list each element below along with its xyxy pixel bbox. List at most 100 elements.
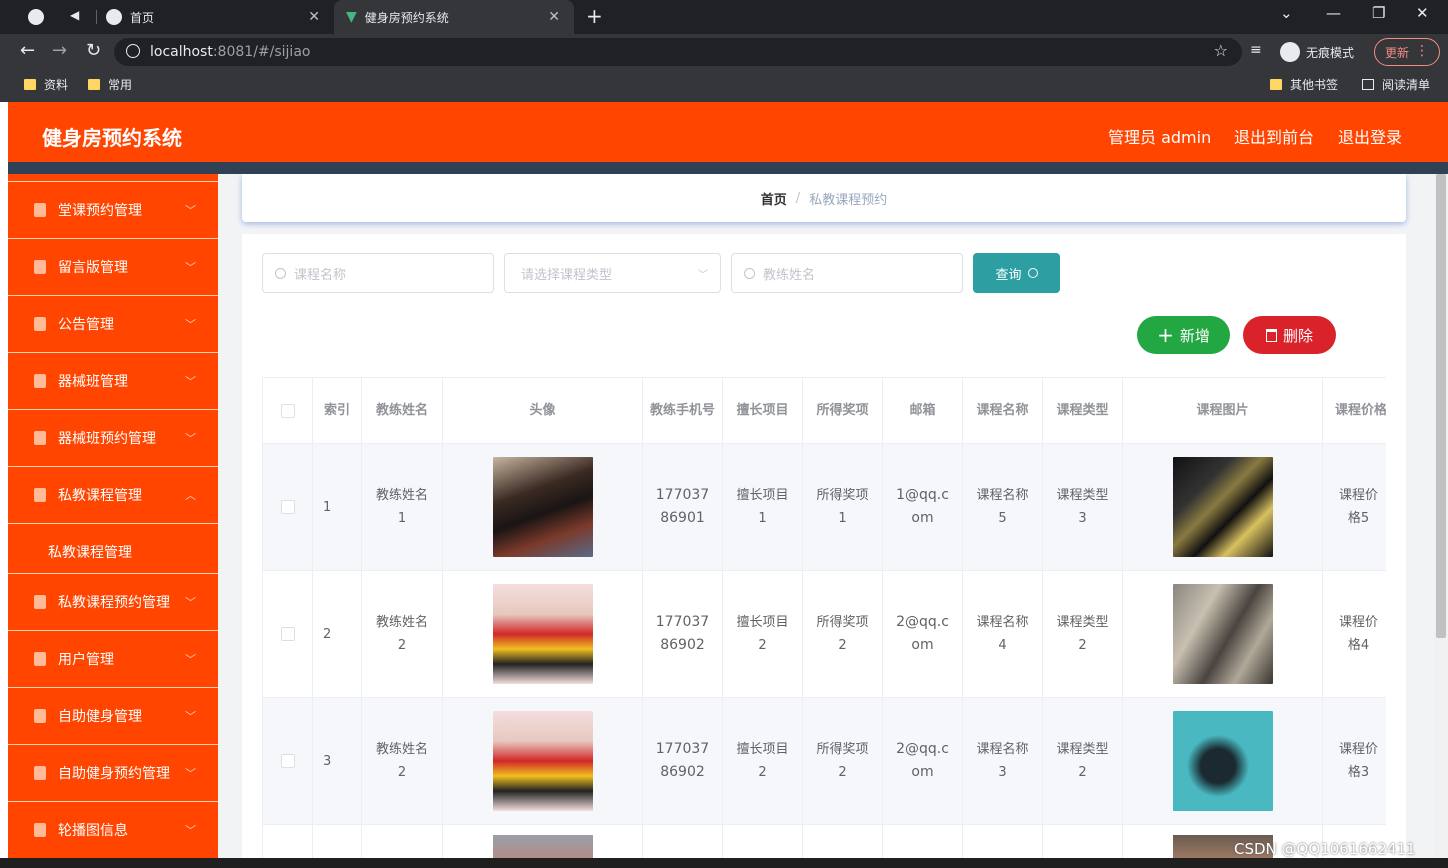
address-bar[interactable]: localhost:8081/#/sijiao ☆	[114, 38, 1242, 66]
bookmark-folder-2[interactable]: 常用	[88, 76, 132, 93]
sidebar-item-label: 公告管理	[58, 317, 114, 333]
row-checkbox[interactable]	[280, 627, 295, 641]
url-host: localhost	[150, 44, 213, 60]
select-all-checkbox[interactable]	[280, 403, 295, 418]
header-index[interactable]: 索引	[313, 377, 362, 444]
folder-icon	[1270, 79, 1282, 90]
cell-skill: 擅长项目2	[723, 571, 803, 698]
sidebar-item-equipment-class[interactable]: 器械班管理 ﹀	[8, 352, 218, 409]
sidebar: 堂课预约管理 ﹀ 留言版管理 ﹀ 公告管理 ﹀ 器械班管理 ﹀ 器械班预约管理 ﹀ 私教课…	[8, 174, 218, 868]
tab-search-icon[interactable]: ⌄	[1280, 4, 1293, 22]
reload-icon[interactable]: ↻	[86, 40, 101, 61]
course-image[interactable]	[1172, 584, 1273, 684]
coach-avatar-image[interactable]	[492, 584, 593, 684]
sidebar-item-class-booking[interactable]: 堂课预约管理 ﹀	[8, 181, 218, 238]
clipboard-check-icon	[34, 431, 46, 445]
sidebar-item-self-fitness[interactable]: 自助健身管理 ﹀	[8, 687, 218, 744]
cell-avatar	[443, 698, 643, 825]
minimize-icon[interactable]: —	[1326, 4, 1341, 22]
incognito-indicator[interactable]: 无痕模式	[1280, 40, 1354, 64]
coach-name-input[interactable]: 教练姓名	[731, 253, 963, 293]
update-button[interactable]: 更新 ⋮	[1374, 38, 1440, 66]
cell-award: 所得奖项2	[803, 571, 883, 698]
chevron-down-icon: ﹀	[185, 596, 196, 609]
info-icon	[126, 44, 140, 58]
more-menu-icon[interactable]: ⋮	[1415, 43, 1429, 59]
chevron-down-icon: ﹀	[185, 204, 196, 217]
cell-price: 课程价格5	[1323, 444, 1386, 571]
add-label: 新增	[1179, 326, 1210, 345]
logout-link[interactable]: 退出登录	[1338, 124, 1402, 148]
media-control-icon[interactable]: ≡	[1250, 42, 1262, 58]
printer-icon	[34, 488, 46, 502]
sidebar-item-private-course[interactable]: 私教课程管理 ︿	[8, 466, 218, 523]
bar-chart-icon	[34, 317, 46, 331]
taskbar	[0, 858, 1448, 868]
header-type[interactable]: 课程类型	[1043, 377, 1123, 444]
sidebar-item-users[interactable]: 用户管理 ﹀	[8, 630, 218, 687]
cell-avatar	[443, 444, 643, 571]
exit-to-front-link[interactable]: 退出到前台	[1234, 124, 1314, 148]
scrollbar-thumb[interactable]	[1436, 174, 1446, 638]
sidebar-subitem-private-course[interactable]: 私教课程管理	[8, 523, 218, 579]
row-checkbox-cell	[263, 698, 313, 825]
row-checkbox[interactable]	[280, 754, 295, 768]
header-course-image[interactable]: 课程图片	[1123, 377, 1323, 444]
cell-coach: 教练姓名1	[362, 444, 443, 571]
add-button[interactable]: + 新增	[1137, 316, 1230, 354]
input-placeholder: 课程名称	[294, 267, 347, 283]
tab-strip: ◀ 首页 ✕ ▼ 健身房预约系统 ✕ + ⌄ — ❐ ✕	[0, 0, 1448, 34]
header-phone[interactable]: 教练手机号	[643, 377, 723, 444]
coach-avatar-image[interactable]	[492, 711, 593, 811]
header-avatar[interactable]: 头像	[443, 377, 643, 444]
cell-index: 1	[313, 444, 362, 571]
header-email[interactable]: 邮箱	[883, 377, 963, 444]
data-table: 索引 教练姓名 头像 教练手机号 擅长项目 所得奖项 邮箱 课程名称 课程类型 …	[262, 377, 1386, 868]
speaker-icon[interactable]: ◀	[70, 8, 79, 22]
sidebar-item-label: 私教课程管理	[58, 488, 142, 504]
forward-icon[interactable]: →	[52, 40, 67, 61]
breadcrumb-home[interactable]: 首页	[761, 189, 787, 208]
close-tab-icon[interactable]: ✕	[308, 9, 320, 25]
course-name-input[interactable]: 课程名称	[262, 253, 494, 293]
plus-icon: +	[1157, 323, 1174, 347]
crop-icon	[34, 595, 46, 609]
bookmark-star-icon[interactable]: ☆	[1214, 41, 1228, 60]
close-tab-icon[interactable]: ✕	[548, 9, 560, 25]
app-brand: 健身房预约系统	[42, 126, 182, 150]
header-price[interactable]: 课程价格	[1323, 377, 1386, 444]
url-path: :8081/#/sijiao	[212, 44, 311, 60]
delete-button[interactable]: 删除	[1243, 316, 1336, 354]
sidebar-item-carousel[interactable]: 轮播图信息 ﹀	[8, 801, 218, 858]
header-course[interactable]: 课程名称	[963, 377, 1043, 444]
sidebar-item-notice[interactable]: 公告管理 ﹀	[8, 295, 218, 352]
close-window-icon[interactable]: ✕	[1416, 4, 1429, 22]
header-skill[interactable]: 擅长项目	[723, 377, 803, 444]
page-scrollbar[interactable]	[1434, 174, 1448, 868]
new-tab-icon[interactable]: +	[586, 4, 603, 28]
reading-list[interactable]: 阅读清单	[1362, 76, 1430, 93]
browser-tab-active[interactable]: ▼ 健身房预约系统 ✕	[334, 0, 574, 34]
row-checkbox[interactable]	[280, 500, 295, 514]
coach-avatar-image[interactable]	[492, 457, 593, 557]
browser-tab-home[interactable]: 首页 ✕	[106, 0, 334, 34]
sidebar-item-message-board[interactable]: 留言版管理 ﹀	[8, 238, 218, 295]
course-type-select[interactable]: 请选择课程类型 ﹀	[504, 253, 721, 293]
microphone-icon	[34, 203, 46, 217]
header-award[interactable]: 所得奖项	[803, 377, 883, 444]
course-image[interactable]	[1172, 457, 1273, 557]
row-checkbox-cell	[263, 571, 313, 698]
tab-title: 首页	[130, 10, 155, 25]
bookmark-folder-1[interactable]: 资料	[24, 76, 68, 93]
query-button[interactable]: 查询	[973, 253, 1060, 293]
back-icon[interactable]: ←	[20, 40, 35, 61]
sidebar-item-self-fitness-booking[interactable]: 自助健身预约管理 ﹀	[8, 744, 218, 801]
sidebar-item-private-booking[interactable]: 私教课程预约管理 ﹀	[8, 573, 218, 630]
course-image[interactable]	[1172, 711, 1273, 811]
header-select-all	[263, 377, 313, 444]
breadcrumb: 首页 / 私教课程预约	[242, 174, 1406, 222]
header-coach[interactable]: 教练姓名	[362, 377, 443, 444]
maximize-icon[interactable]: ❐	[1372, 4, 1385, 22]
other-bookmarks[interactable]: 其他书签	[1270, 76, 1338, 93]
sidebar-item-equipment-booking[interactable]: 器械班预约管理 ﹀	[8, 409, 218, 466]
